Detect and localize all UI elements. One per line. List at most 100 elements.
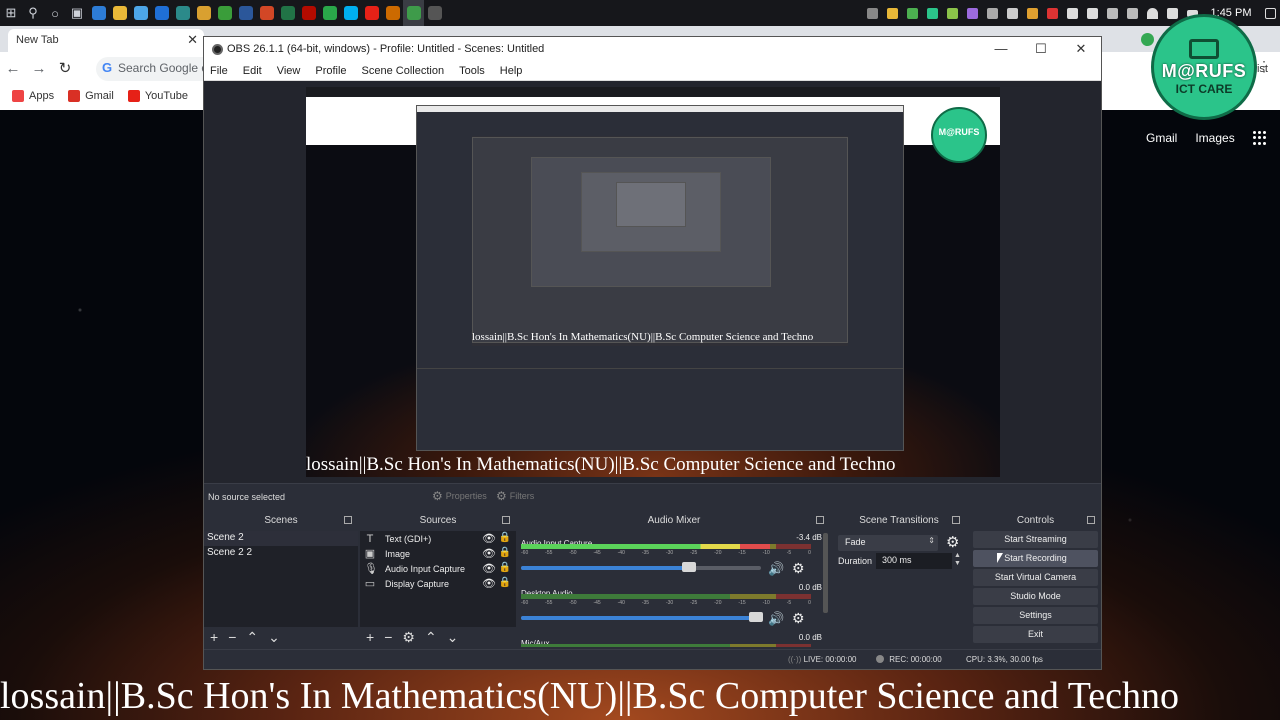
undock-icon[interactable]	[502, 516, 510, 524]
scene-item[interactable]: Scene 2	[204, 531, 358, 546]
visibility-eye-icon[interactable]: 👁	[482, 547, 496, 560]
undock-icon[interactable]	[1087, 516, 1095, 524]
filters-button[interactable]: ⚙ Filters	[496, 489, 534, 503]
undock-icon[interactable]	[952, 516, 960, 524]
menu-help[interactable]: Help	[500, 65, 523, 77]
menu-tools[interactable]: Tools	[459, 65, 485, 77]
move-up-icon[interactable]: ⌃	[425, 630, 437, 644]
tray-icon-9[interactable]	[1022, 0, 1042, 26]
notification-icon[interactable]	[1260, 0, 1280, 26]
undock-icon[interactable]	[344, 516, 352, 524]
gear-icon[interactable]: ⚙	[792, 610, 805, 627]
tray-icon-8[interactable]	[1002, 0, 1022, 26]
gear-icon[interactable]: ⚙	[792, 560, 805, 577]
taskbar-app-obs[interactable]	[424, 0, 445, 26]
tray-icon-11[interactable]	[1062, 0, 1082, 26]
source-item[interactable]: ▣ Image 👁 🔒	[360, 546, 516, 561]
search-icon[interactable]: ⚲	[22, 0, 44, 26]
gear-icon[interactable]: ⚙	[402, 630, 415, 644]
taskbar-app-app-6[interactable]	[193, 0, 214, 26]
tray-icon-5[interactable]	[942, 0, 962, 26]
move-down-icon[interactable]: ⌄	[268, 630, 280, 644]
source-item[interactable]: 🎙 Audio Input Capture 👁 🔒	[360, 561, 516, 576]
menu-edit[interactable]: Edit	[243, 65, 262, 77]
start-streaming-button[interactable]: Start Streaming	[973, 531, 1098, 548]
source-item[interactable]: ▭ Display Capture 👁 🔒	[360, 576, 516, 591]
properties-button[interactable]: ⚙ Properties	[432, 489, 487, 503]
taskbar-app-app-12[interactable]	[319, 0, 340, 26]
taskbar-app-app-7[interactable]	[214, 0, 235, 26]
tray-icon-6[interactable]	[962, 0, 982, 26]
lock-icon[interactable]: 🔒	[499, 577, 511, 588]
settings-button[interactable]: Settings	[973, 607, 1098, 624]
visibility-eye-icon[interactable]: 👁	[482, 562, 496, 575]
fader-knob[interactable]	[749, 612, 763, 622]
volume-fader[interactable]	[521, 612, 763, 622]
lock-icon[interactable]: 🔒	[499, 562, 511, 573]
tray-icon-3[interactable]	[902, 0, 922, 26]
back-icon[interactable]: ←	[0, 60, 26, 77]
tray-icon-7[interactable]	[982, 0, 1002, 26]
duration-input[interactable]: 300 ms	[876, 553, 952, 569]
taskbar-app-app-1[interactable]	[88, 0, 109, 26]
fader-knob[interactable]	[681, 562, 696, 572]
menu-view[interactable]: View	[277, 65, 301, 77]
forward-icon[interactable]: →	[26, 60, 52, 77]
add-icon[interactable]: +	[210, 630, 218, 644]
start-virtual-camera-button[interactable]: Start Virtual Camera	[973, 569, 1098, 586]
taskbar-app-app-3[interactable]	[130, 0, 151, 26]
taskbar-app-acrobat[interactable]	[298, 0, 319, 26]
task-view-icon[interactable]: ▣	[66, 0, 88, 26]
browser-tab[interactable]: New Tab ✕	[8, 29, 204, 52]
bookmark-item[interactable]: YouTube	[127, 90, 188, 102]
taskbar-app-chrome[interactable]	[109, 0, 130, 26]
speaker-icon[interactable]: 🔊	[768, 561, 784, 577]
reload-icon[interactable]: ↻	[52, 59, 78, 77]
gmail-link[interactable]: Gmail	[1146, 131, 1177, 145]
move-up-icon[interactable]: ⌃	[246, 630, 258, 644]
menu-file[interactable]: File	[210, 65, 228, 77]
images-link[interactable]: Images	[1195, 131, 1234, 145]
taskbar-app-powerpoint[interactable]	[256, 0, 277, 26]
tray-icon-2[interactable]	[882, 0, 902, 26]
bookmark-item[interactable]: Apps	[12, 90, 54, 102]
duration-spinner-icon[interactable]: ▲ ▼	[954, 552, 961, 568]
exit-button[interactable]: Exit	[973, 626, 1098, 643]
keyboard-icon[interactable]	[1122, 0, 1142, 26]
add-icon[interactable]: +	[366, 630, 374, 644]
remove-icon[interactable]: −	[228, 630, 236, 644]
lock-icon[interactable]: 🔒	[499, 532, 511, 543]
program-preview[interactable]: lossain||B.Sc Hon's In Mathematics(NU)||…	[306, 87, 1000, 477]
taskbar-app-word[interactable]	[235, 0, 256, 26]
tray-icon-13[interactable]	[1102, 0, 1122, 26]
taskbar-app-chrome-2[interactable]	[403, 0, 424, 26]
taskbar-app-skype[interactable]	[340, 0, 361, 26]
menu-profile[interactable]: Profile	[315, 65, 346, 77]
taskbar-app-app-4[interactable]	[151, 0, 172, 26]
move-down-icon[interactable]: ⌄	[447, 630, 459, 644]
tray-icon-10[interactable]	[1042, 0, 1062, 26]
visibility-eye-icon[interactable]: 👁	[482, 532, 496, 545]
scene-item[interactable]: Scene 2 2	[204, 546, 358, 561]
undock-icon[interactable]	[816, 516, 824, 524]
source-item[interactable]: T Text (GDI+) 👁 🔒	[360, 531, 516, 546]
browser-menu-icon[interactable]: ⋮	[1257, 58, 1271, 75]
tray-icon-12[interactable]	[1082, 0, 1102, 26]
gear-icon[interactable]: ⚙	[946, 533, 959, 551]
start-recording-button[interactable]: Start Recording	[973, 550, 1098, 567]
tray-icon-1[interactable]	[862, 0, 882, 26]
close-icon[interactable]: ✕	[1061, 37, 1101, 61]
close-tab-icon[interactable]: ✕	[187, 32, 198, 48]
visibility-eye-icon[interactable]: 👁	[482, 577, 496, 590]
minimize-icon[interactable]: —	[981, 37, 1021, 61]
taskbar-app-excel[interactable]	[277, 0, 298, 26]
taskbar-app-illustrator[interactable]	[382, 0, 403, 26]
transition-select[interactable]: Fade ⇕	[838, 535, 938, 551]
lock-icon[interactable]: 🔒	[499, 547, 511, 558]
menu-scene-collection[interactable]: Scene Collection	[362, 65, 445, 77]
taskbar-app-app-5[interactable]	[172, 0, 193, 26]
windows-start-icon[interactable]: ⊞	[0, 0, 22, 26]
taskbar-app-youtube[interactable]	[361, 0, 382, 26]
google-apps-icon[interactable]	[1252, 131, 1267, 145]
tray-icon-4[interactable]	[922, 0, 942, 26]
